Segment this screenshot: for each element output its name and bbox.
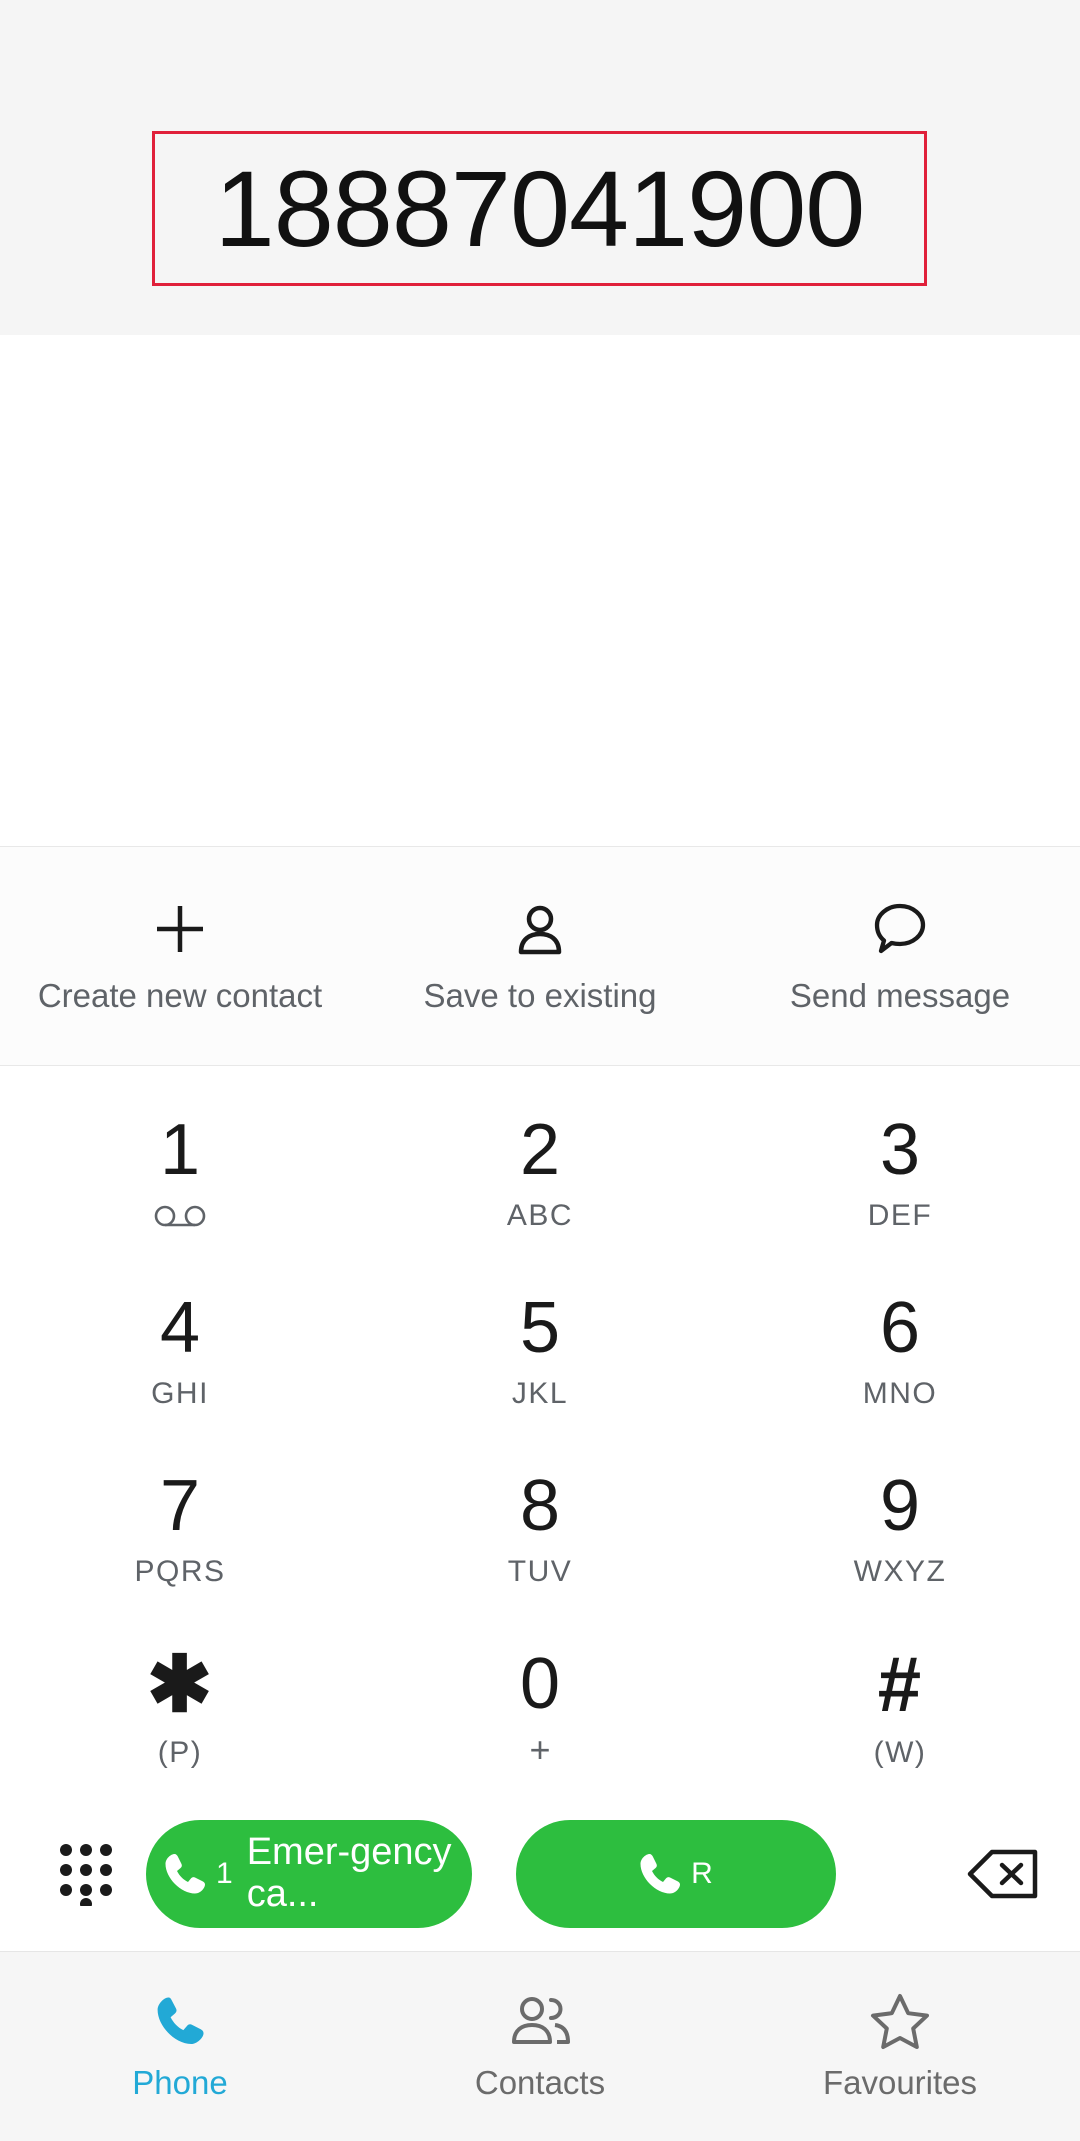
phone-call-icon (635, 1849, 685, 1899)
key-5-letters: JKL (511, 1377, 569, 1410)
key-3-digit: 3 (879, 1110, 921, 1190)
key-hash-digit: # (877, 1640, 923, 1728)
phone-number-highlight-box: 18887041900 (152, 131, 927, 286)
send-message-action[interactable]: Send message (720, 847, 1080, 1065)
save-to-existing-action[interactable]: Save to existing (360, 847, 720, 1065)
nav-tab-contacts[interactable]: Contacts (360, 1952, 720, 2141)
dial-keypad: 1 2 ABC 3 DEF 4 GHI 5 JKL 6 MNO 7 PQRS 8… (0, 1066, 1080, 1796)
key-9-digit: 9 (879, 1466, 921, 1546)
star-icon (870, 1992, 930, 2050)
key-hash-sub: (W) (873, 1736, 927, 1769)
phone-number-text[interactable]: 18887041900 (215, 154, 866, 263)
key-4-digit: 4 (159, 1288, 201, 1368)
keypad-row-2: 4 GHI 5 JKL 6 MNO (0, 1262, 1080, 1440)
key-8-letters: TUV (507, 1555, 573, 1588)
call-action-bar: 1 Emer-gency ca... R (0, 1796, 1080, 1951)
key-6[interactable]: 6 MNO (720, 1262, 1080, 1440)
emergency-call-button[interactable]: 1 Emer-gency ca... (146, 1819, 472, 1928)
key-0-sub: + (529, 1729, 551, 1770)
key-9-letters: WXYZ (853, 1555, 947, 1588)
quick-actions-row: Create new contact Save to existing Send… (0, 846, 1080, 1066)
key-7-digit: 7 (159, 1466, 201, 1546)
key-star-sub: (P) (157, 1736, 203, 1769)
nav-tab-favourites-label: Favourites (822, 2063, 978, 2101)
keypad-row-4: ✱ (P) 0 + # (W) (0, 1618, 1080, 1796)
save-to-existing-label: Save to existing (423, 977, 657, 1014)
empty-call-log-region (0, 335, 1080, 846)
secondary-call-sim-label: R (691, 1856, 713, 1890)
person-icon (511, 897, 569, 961)
phone-icon (152, 1992, 208, 2050)
key-4-letters: GHI (151, 1377, 209, 1410)
key-0-digit: 0 (519, 1644, 561, 1724)
key-2-letters: ABC (506, 1199, 574, 1232)
plus-icon (150, 897, 210, 961)
dialpad-icon[interactable] (26, 1842, 146, 1906)
key-8[interactable]: 8 TUV (360, 1440, 720, 1618)
create-new-contact-action[interactable]: Create new contact (0, 847, 360, 1065)
key-1[interactable]: 1 (0, 1084, 360, 1262)
nav-tab-contacts-label: Contacts (474, 2063, 606, 2101)
key-6-letters: MNO (862, 1377, 938, 1410)
key-2[interactable]: 2 ABC (360, 1084, 720, 1262)
keypad-row-1: 1 2 ABC 3 DEF (0, 1084, 1080, 1262)
emergency-call-sim-label: 1 (216, 1856, 233, 1890)
key-9[interactable]: 9 WXYZ (720, 1440, 1080, 1618)
nav-tab-phone-label: Phone (132, 2063, 228, 2101)
message-bubble-icon (870, 897, 930, 961)
nav-tab-favourites[interactable]: Favourites (720, 1952, 1080, 2141)
backspace-icon[interactable] (948, 1847, 1058, 1901)
key-4[interactable]: 4 GHI (0, 1262, 360, 1440)
send-message-label: Send message (789, 977, 1011, 1014)
secondary-call-button[interactable]: R (516, 1819, 836, 1928)
key-5-digit: 5 (519, 1288, 561, 1368)
key-3-letters: DEF (867, 1199, 933, 1232)
dialer-screen: 18887041900 Create new contact Save to e… (0, 0, 1080, 2141)
create-new-contact-label: Create new contact (37, 977, 323, 1014)
key-0[interactable]: 0 + (360, 1618, 720, 1796)
key-star[interactable]: ✱ (P) (0, 1618, 360, 1796)
contacts-icon (507, 1992, 573, 2050)
key-7[interactable]: 7 PQRS (0, 1440, 360, 1618)
bottom-navigation: Phone Contacts Favourites (0, 1951, 1080, 2141)
key-8-digit: 8 (519, 1466, 561, 1546)
nav-tab-phone[interactable]: Phone (0, 1952, 360, 2141)
emergency-call-label: Emer-gency ca... (246, 1831, 452, 1915)
key-7-letters: PQRS (134, 1555, 226, 1588)
key-2-digit: 2 (519, 1110, 561, 1190)
key-6-digit: 6 (879, 1288, 921, 1368)
voicemail-icon (154, 1200, 206, 1232)
number-display-area: 18887041900 (0, 0, 1080, 335)
keypad-row-3: 7 PQRS 8 TUV 9 WXYZ (0, 1440, 1080, 1618)
key-hash[interactable]: # (W) (720, 1618, 1080, 1796)
key-5[interactable]: 5 JKL (360, 1262, 720, 1440)
phone-call-icon (160, 1849, 210, 1899)
key-1-digit: 1 (159, 1110, 201, 1190)
key-star-digit: ✱ (146, 1640, 214, 1728)
key-3[interactable]: 3 DEF (720, 1084, 1080, 1262)
